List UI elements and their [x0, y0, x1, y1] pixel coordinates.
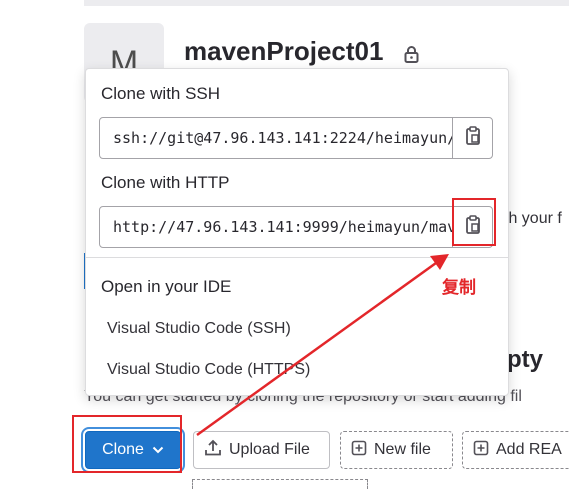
annotation-arrow [196, 254, 449, 437]
